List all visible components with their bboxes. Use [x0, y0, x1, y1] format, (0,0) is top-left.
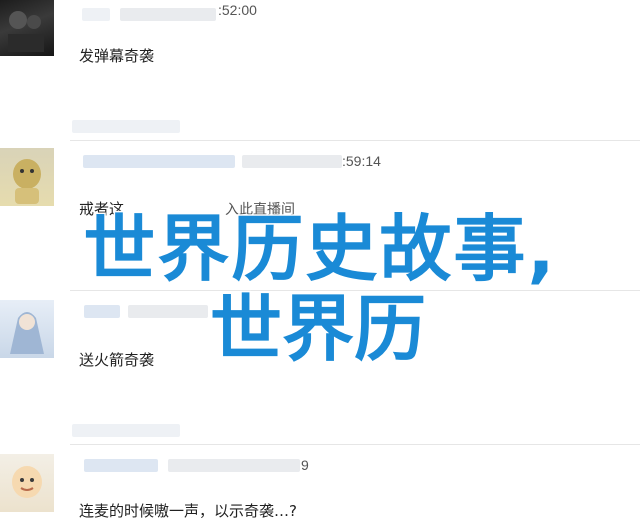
- blurred-date: [120, 8, 216, 21]
- avatar-image: [12, 466, 42, 498]
- blurred-username: [82, 8, 110, 21]
- user-avatar[interactable]: [0, 0, 54, 56]
- blurred-username: [83, 155, 235, 168]
- comment-divider: [70, 140, 640, 141]
- blurred-date: [242, 155, 342, 168]
- blurred-date: [168, 459, 300, 472]
- avatar-image: [8, 11, 44, 52]
- blurred-date: [128, 305, 208, 318]
- blurred-username: [84, 305, 120, 318]
- blurred-username: [84, 459, 158, 472]
- avatar-image: [10, 312, 44, 354]
- user-avatar[interactable]: [0, 300, 54, 358]
- comment-text: 送火箭奇袭: [79, 351, 155, 369]
- comment-text: 连麦的时候嗷一声，以示奇袭…?: [79, 502, 297, 520]
- user-avatar[interactable]: [0, 454, 54, 512]
- comment-timestamp: :52:00: [218, 2, 257, 18]
- comment-timestamp: :59:14: [342, 153, 381, 169]
- overlay-subtitle: 世界历: [209, 286, 428, 373]
- comment-text: 发弹幕奇袭: [79, 47, 155, 65]
- blurred-reply-bar: [72, 120, 180, 133]
- blurred-reply-bar: [72, 424, 180, 437]
- comment-divider: [70, 444, 640, 445]
- comment-timestamp: 9: [301, 457, 309, 473]
